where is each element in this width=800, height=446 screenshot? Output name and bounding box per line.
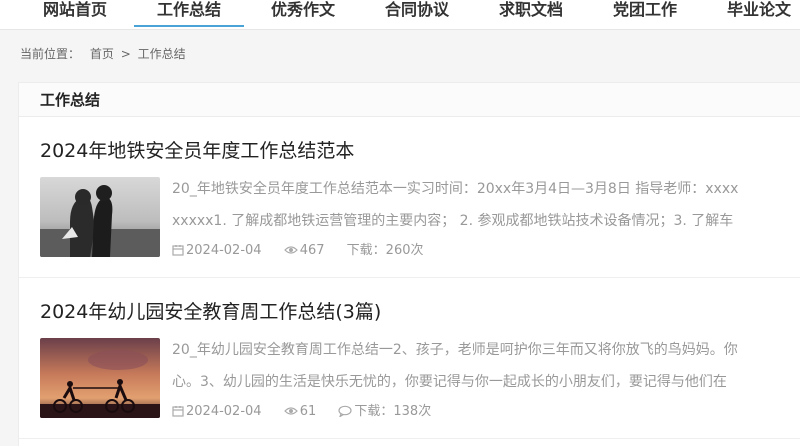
breadcrumb-label: 当前位置： [20,47,81,61]
article-date-value: 2024-02-04 [186,404,262,419]
article-date: 2024-02-04 [172,242,262,260]
article-downloads: 下载：138次 [338,403,431,421]
article-views-value: 61 [299,404,317,419]
nav-item-home[interactable]: 网站首页 [20,0,130,27]
article-views: 61 [283,403,317,421]
article-excerpt-line-1: 20_年幼儿园安全教育周工作总结一2、孩子，老师是呵护你三年而又将你放飞的鸟妈妈… [172,342,738,358]
article-views: 467 [283,242,325,260]
article-excerpt-line-2: xxxxx1. 了解成都地铁运营管理的主要内容； 2. 参观成都地铁站技术设备情… [172,213,734,229]
article-excerpt-line-1: 20_年地铁安全员年度工作总结范本一实习时间：20xx年3月4日—3月8日 指导… [172,181,739,197]
article-title-link[interactable]: 2024年幼儿园安全教育周工作总结(3篇) [40,299,381,325]
list-item: 2024年地铁安全员年度工作总结范本 20_年地铁安全员年度工作总结范本一实习时… [19,118,800,278]
list-item: 2024年幼儿园安全教育周工作总结(3篇) 20_年幼儿园安全教育周工作总结一2… [19,279,800,439]
panel-header: 工作总结 [19,83,800,117]
calendar-icon [172,406,184,417]
article-excerpt-line-2: 心。3、幼儿园的生活是快乐无忧的，你要记得与你一起成长的小朋友们，要记得与他们在 [172,374,727,390]
breadcrumb: 当前位置： 首页 > 工作总结 [20,44,186,64]
nav-item-party-work[interactable]: 党团工作 [590,0,700,27]
article-title-link[interactable]: 2024年地铁安全员年度工作总结范本 [40,138,354,164]
eye-icon [283,246,298,254]
nav-item-contracts[interactable]: 合同协议 [362,0,472,27]
nav-item-thesis[interactable]: 毕业论文 [704,0,800,27]
article-list-panel: 工作总结 2024年地铁安全员年度工作总结范本 20_年地铁安全员年度工作总结范… [18,82,800,446]
article-downloads: 下载：260次 [346,243,424,258]
comment-icon [338,405,352,418]
article-thumbnail[interactable] [40,338,160,418]
article-date-value: 2024-02-04 [186,243,262,258]
article-meta: 2024-02-04 61 下载：138次 [172,403,449,421]
article-date: 2024-02-04 [172,403,262,421]
article-meta: 2024-02-04 467 下载：260次 [172,242,442,260]
article-thumbnail[interactable] [40,177,160,257]
breadcrumb-home-link[interactable]: 首页 [90,47,114,61]
nav-item-job-docs[interactable]: 求职文档 [476,0,586,27]
section-title: 工作总结 [40,91,101,109]
top-nav: 网站首页 工作总结 优秀作文 合同协议 求职文档 党团工作 毕业论文 [0,0,800,30]
nav-item-work-summary[interactable]: 工作总结 [134,0,244,27]
article-downloads-value: 下载：138次 [354,404,432,419]
article-views-value: 467 [299,243,325,258]
eye-icon [283,407,298,415]
breadcrumb-current[interactable]: 工作总结 [138,47,186,61]
breadcrumb-separator: > [120,47,131,61]
calendar-icon [172,245,184,256]
nav-item-essays[interactable]: 优秀作文 [248,0,358,27]
